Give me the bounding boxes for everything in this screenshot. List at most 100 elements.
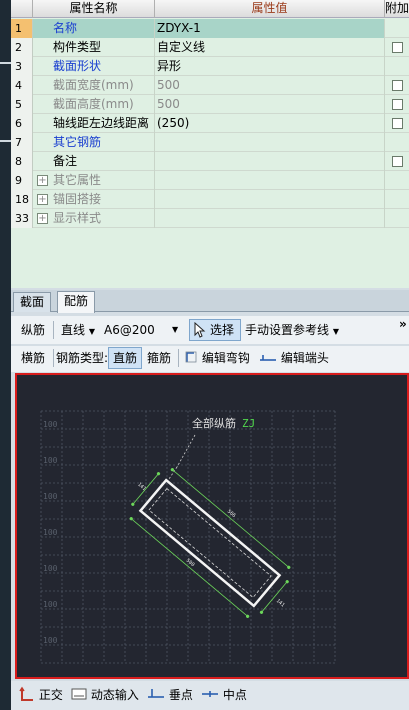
axis-label: 100 (43, 600, 58, 609)
row-name: 备注 (33, 152, 155, 171)
row-add (385, 19, 409, 38)
property-grid: 属性名称 属性值 附加 1 名称 ZDYX-1 2 构件类型 自定义线 3 截面… (11, 0, 409, 288)
expand-icon[interactable]: + (37, 194, 48, 205)
straight-rebar-button[interactable]: 直筋 (108, 347, 142, 369)
grid-row[interactable]: 6 轴线距左边线距离 (250) (11, 114, 409, 133)
row-add (385, 171, 409, 190)
row-index: 3 (11, 57, 33, 76)
longitudinal-label: 纵筋 (21, 323, 46, 337)
attach-checkbox[interactable] (392, 42, 403, 53)
row-add (385, 190, 409, 209)
row-index: 6 (11, 114, 33, 133)
manual-reference-line-button[interactable]: 手动设置参考线 ▼ (245, 320, 339, 340)
header-name: 属性名称 (33, 0, 155, 18)
grid-row[interactable]: 2 构件类型 自定义线 (11, 38, 409, 57)
grid-row[interactable]: 3 截面形状 异形 (11, 57, 409, 76)
grid-row-group[interactable]: 33 + 显示样式 (11, 209, 409, 228)
row-name: 截面形状 (33, 57, 155, 76)
header-index (11, 0, 33, 18)
callout-text: 全部纵筋 (192, 416, 236, 430)
dynamic-input-button[interactable]: 动态输入 (71, 685, 139, 705)
edge-marker (0, 62, 11, 64)
row-value[interactable]: 异形 (155, 57, 385, 76)
drawing-canvas[interactable]: 100 100 100 100 100 100 100 全部纵筋 ZJ 566 … (15, 373, 409, 679)
header-add: 附加 (385, 1, 409, 15)
expand-icon[interactable]: + (37, 175, 48, 186)
row-name: 其它钢筋 (33, 133, 155, 152)
attach-checkbox[interactable] (392, 99, 403, 110)
row-index: 18 (11, 190, 33, 209)
chevron-down-icon: ▼ (332, 327, 339, 336)
rebar-end-icon (260, 355, 276, 361)
row-name: 名称 (33, 19, 155, 38)
row-value[interactable] (155, 133, 385, 152)
row-name: 截面高度(mm) (33, 95, 155, 114)
ortho-icon (19, 686, 33, 701)
row-add (385, 209, 409, 228)
row-name: 锚固搭接 (53, 192, 102, 206)
grid-row[interactable]: 7 其它钢筋 (11, 133, 409, 152)
attach-checkbox[interactable] (392, 80, 403, 91)
midpoint-snap-button[interactable]: 中点 (201, 685, 247, 705)
select-button[interactable]: 选择 (189, 319, 241, 341)
ortho-button[interactable]: 正交 (19, 685, 63, 705)
rebar-callout[interactable]: 全部纵筋 ZJ (166, 416, 255, 483)
edit-end-button[interactable]: 编辑端头 (259, 348, 329, 368)
keyboard-icon (71, 688, 87, 700)
dimension-label: 566 (226, 509, 237, 519)
grid-lines (40, 410, 336, 664)
attach-checkbox[interactable] (392, 118, 403, 129)
axis-label: 100 (43, 492, 58, 501)
line-type-dropdown[interactable]: 直线 ▼ (61, 320, 95, 340)
axis-label: 100 (43, 456, 58, 465)
callout-tag: ZJ (242, 417, 255, 430)
grid-row-group[interactable]: 9 + 其它属性 (11, 171, 409, 190)
expand-icon[interactable]: + (37, 213, 48, 224)
cursor-arrow-icon (194, 322, 206, 338)
row-index: 1 (11, 19, 33, 38)
stirrup-button[interactable]: 箍筋 (147, 348, 171, 368)
perpendicular-icon (148, 689, 164, 698)
row-value[interactable] (155, 152, 385, 171)
chevron-down-icon: ▼ (88, 327, 95, 336)
chevron-down-icon: ▼ (172, 325, 179, 334)
grid-row[interactable]: 5 截面高度(mm) 500 (11, 95, 409, 114)
row-index: 9 (11, 171, 33, 190)
row-value (155, 190, 385, 209)
more-tools-button[interactable]: » (399, 314, 407, 334)
row-name: 显示样式 (53, 211, 102, 225)
row-index: 7 (11, 133, 33, 152)
grid-row-group[interactable]: 18 + 锚固搭接 (11, 190, 409, 209)
horizontal-rebar-button[interactable]: 横筋 (21, 348, 45, 368)
row-value[interactable]: 自定义线 (155, 38, 385, 57)
axis-labels: 100 100 100 100 100 100 100 (43, 420, 58, 645)
row-name: 其它属性 (53, 173, 102, 187)
row-value[interactable]: (250) (155, 114, 385, 133)
snap-toolbar: 正交 动态输入 垂点 中点 (11, 681, 409, 710)
row-value[interactable]: 500 (155, 95, 385, 114)
header-value: 属性值 (155, 0, 385, 18)
tab-rebar[interactable]: 配筋 (57, 291, 96, 313)
rebar-spec-dropdown[interactable]: A6@200 ▼ (104, 320, 184, 340)
tab-bar: 截面 配筋 (11, 290, 409, 313)
rebar-type-toolbar: 横筋 钢筋类型: 直筋 箍筋 编辑弯钩 编辑端头 (11, 346, 409, 372)
perpendicular-snap-button[interactable]: 垂点 (147, 685, 193, 705)
edit-hook-button[interactable]: 编辑弯钩 (184, 348, 250, 368)
edge-marker (0, 140, 11, 142)
grid-row[interactable]: 4 截面宽度(mm) 500 (11, 76, 409, 95)
row-index: 33 (11, 209, 33, 228)
dimension-label: 500 (185, 558, 196, 568)
tab-section[interactable]: 截面 (13, 292, 52, 312)
grid-row[interactable]: 1 名称 ZDYX-1 (11, 19, 409, 38)
axis-label: 100 (43, 636, 58, 645)
row-index: 2 (11, 38, 33, 57)
row-name: 轴线距左边线距离 (33, 114, 155, 133)
row-value[interactable]: 500 (155, 76, 385, 95)
grid-row[interactable]: 8 备注 (11, 152, 409, 171)
attach-checkbox[interactable] (392, 156, 403, 167)
row-value[interactable]: ZDYX-1 (155, 19, 385, 38)
row-index: 5 (11, 95, 33, 114)
axis-label: 100 (43, 564, 58, 573)
hook-icon (185, 351, 197, 363)
grid-header: 属性名称 属性值 附加 (11, 0, 409, 18)
